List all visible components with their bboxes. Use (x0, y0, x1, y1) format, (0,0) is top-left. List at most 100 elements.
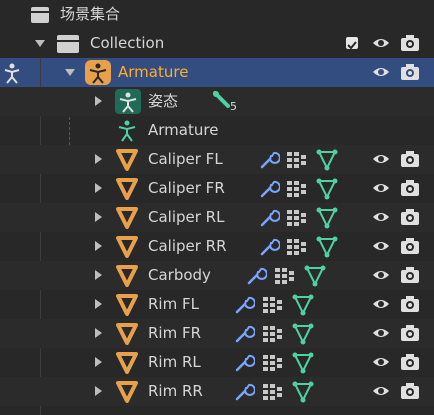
expand-toggle-object[interactable] (95, 154, 102, 164)
pose-mode-icon[interactable] (2, 62, 22, 84)
object-label: Caliper RL (148, 208, 225, 226)
mesh-data-icon[interactable] (292, 352, 314, 374)
pose-row[interactable]: 姿态 5 (0, 87, 434, 116)
modifier-wrench-icon[interactable] (233, 294, 255, 316)
object-row[interactable]: Caliper RL (0, 203, 434, 232)
eye-icon[interactable] (372, 35, 390, 51)
armature-data-label: Armature (148, 121, 219, 139)
object-label: Caliper FR (148, 179, 225, 197)
mesh-data-icon[interactable] (304, 265, 326, 287)
object-label: Rim RR (148, 382, 203, 400)
collapse-toggle-collection[interactable] (35, 40, 45, 47)
modifier-wrench-icon[interactable] (258, 178, 280, 200)
mesh-data-icon[interactable] (316, 178, 338, 200)
object-row[interactable]: Caliper FR (0, 174, 434, 203)
object-label: Caliper RR (148, 237, 227, 255)
scene-collection-row[interactable]: 场景集合 (0, 0, 434, 29)
exclude-checkbox[interactable] (346, 37, 358, 50)
eye-icon[interactable] (372, 267, 390, 283)
camera-icon[interactable] (400, 382, 420, 400)
collection-row[interactable]: Collection (0, 29, 434, 58)
eye-icon[interactable] (372, 209, 390, 225)
mesh-data-icon[interactable] (316, 149, 338, 171)
mesh-data-icon[interactable] (292, 294, 314, 316)
object-label: Rim RL (148, 353, 201, 371)
object-row[interactable]: Caliper FL (0, 145, 434, 174)
mesh-data-icon[interactable] (316, 207, 338, 229)
expand-toggle-pose[interactable] (95, 96, 102, 106)
vertex-group-icon[interactable] (286, 209, 308, 227)
scene-collection-label: 场景集合 (60, 5, 121, 23)
modifier-wrench-icon[interactable] (233, 352, 255, 374)
mesh-data-icon[interactable] (316, 236, 338, 258)
object-row[interactable]: Caliper RR (0, 232, 434, 261)
vertex-group-icon[interactable] (286, 180, 308, 198)
modifier-wrench-icon[interactable] (245, 265, 267, 287)
camera-icon[interactable] (400, 179, 420, 197)
mesh-data-icon[interactable] (292, 381, 314, 403)
modifier-wrench-icon[interactable] (258, 149, 280, 171)
eye-icon[interactable] (372, 325, 390, 341)
mesh-data-icon[interactable] (292, 323, 314, 345)
camera-icon[interactable] (400, 295, 420, 313)
vertex-group-icon[interactable] (274, 267, 296, 285)
camera-icon[interactable] (400, 208, 420, 226)
armature-object-row[interactable]: Armature (0, 58, 434, 87)
scene-collection-icon (31, 7, 49, 23)
object-row[interactable]: Rim FR (0, 319, 434, 348)
collection-icon (57, 35, 79, 53)
mesh-object-icon (116, 149, 138, 171)
expand-toggle-object[interactable] (95, 386, 102, 396)
modifier-wrench-icon[interactable] (233, 323, 255, 345)
object-label: Carbody (148, 266, 211, 284)
expand-toggle-object[interactable] (95, 270, 102, 280)
armature-object-icon (85, 60, 111, 85)
bone-icon (213, 91, 230, 108)
expand-toggle-object[interactable] (95, 183, 102, 193)
modifier-wrench-icon[interactable] (258, 207, 280, 229)
vertex-group-icon[interactable] (262, 296, 284, 314)
eye-icon[interactable] (372, 383, 390, 399)
expand-toggle-object[interactable] (95, 328, 102, 338)
pose-icon (115, 89, 141, 114)
vertex-group-icon[interactable] (286, 151, 308, 169)
eye-icon[interactable] (372, 296, 390, 312)
pose-label: 姿态 (148, 92, 179, 110)
eye-icon[interactable] (372, 180, 390, 196)
eye-icon[interactable] (372, 151, 390, 167)
object-row[interactable]: Rim FL (0, 290, 434, 319)
object-row[interactable]: Rim RL (0, 348, 434, 377)
expand-toggle-object[interactable] (95, 299, 102, 309)
camera-icon[interactable] (400, 237, 420, 255)
eye-icon[interactable] (372, 64, 390, 80)
collection-label: Collection (90, 34, 165, 52)
mesh-object-icon (116, 178, 138, 200)
modifier-wrench-icon[interactable] (233, 381, 255, 403)
object-label: Rim FR (148, 324, 202, 342)
camera-icon[interactable] (400, 266, 420, 284)
expand-toggle-object[interactable] (95, 241, 102, 251)
modifier-wrench-icon[interactable] (258, 236, 280, 258)
camera-icon[interactable] (400, 353, 420, 371)
vertex-group-icon[interactable] (262, 354, 284, 372)
mesh-object-icon (116, 381, 138, 403)
vertex-group-icon[interactable] (286, 238, 308, 256)
mesh-object-icon (116, 207, 138, 229)
expand-toggle-object[interactable] (95, 357, 102, 367)
object-row[interactable]: Rim RR (0, 377, 434, 406)
object-row[interactable]: Carbody (0, 261, 434, 290)
expand-toggle-object[interactable] (95, 212, 102, 222)
camera-icon[interactable] (400, 63, 420, 81)
camera-icon[interactable] (400, 324, 420, 342)
camera-icon[interactable] (400, 34, 420, 52)
camera-icon[interactable] (400, 150, 420, 168)
eye-icon[interactable] (372, 238, 390, 254)
vertex-group-icon[interactable] (262, 325, 284, 343)
vertex-group-icon[interactable] (262, 383, 284, 401)
mesh-object-icon (116, 294, 138, 316)
collapse-toggle-armature[interactable] (65, 69, 75, 76)
mesh-object-icon (116, 323, 138, 345)
mesh-object-icon (116, 265, 138, 287)
armature-data-row[interactable]: Armature (0, 116, 434, 145)
eye-icon[interactable] (372, 354, 390, 370)
